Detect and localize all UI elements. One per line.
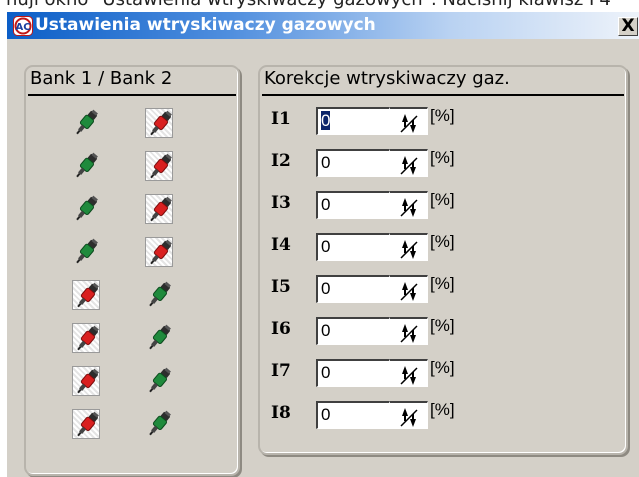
- spin-arrows-icon[interactable]: [390, 107, 428, 135]
- injector-label: I6: [271, 319, 291, 339]
- correction-input[interactable]: 0: [316, 401, 390, 429]
- bank-panel: Bank 1 / Bank 2: [24, 65, 240, 476]
- unit-label: [%]: [430, 148, 455, 167]
- injector-label: I5: [271, 277, 291, 297]
- spin-arrows-icon[interactable]: [390, 275, 428, 303]
- correction-panel-header: Korekcje wtryskiwaczy gaz.: [264, 68, 510, 89]
- injector-icon[interactable]: [72, 280, 100, 310]
- spin-arrows-icon[interactable]: [390, 359, 428, 387]
- injector-icon[interactable]: [145, 366, 173, 396]
- close-button[interactable]: X: [618, 17, 638, 36]
- spin-arrows-icon[interactable]: [390, 233, 428, 261]
- correction-value: 0: [321, 237, 331, 256]
- spin-arrows-icon[interactable]: [390, 191, 428, 219]
- divider: [28, 94, 236, 96]
- unit-label: [%]: [430, 274, 455, 293]
- injector-icon[interactable]: [72, 151, 100, 181]
- unit-label: [%]: [430, 232, 455, 251]
- injector-label: I7: [271, 361, 291, 381]
- spin-arrows-icon[interactable]: [390, 401, 428, 429]
- injector-icon[interactable]: [145, 194, 173, 224]
- correction-input[interactable]: 0: [316, 107, 390, 135]
- unit-label: [%]: [430, 106, 455, 125]
- correction-value: 0: [321, 279, 331, 298]
- unit-label: [%]: [430, 190, 455, 209]
- injector-icon[interactable]: [72, 194, 100, 224]
- correction-input[interactable]: 0: [316, 275, 390, 303]
- injector-icon[interactable]: [145, 108, 173, 138]
- injector-label: I4: [271, 235, 291, 255]
- injector-correction-panel: Korekcje wtryskiwaczy gaz. I1 0 [%] I2 0 [%] I…: [258, 65, 628, 455]
- correction-value: 0: [321, 321, 331, 340]
- unit-label: [%]: [430, 358, 455, 377]
- injector-icon[interactable]: [145, 280, 173, 310]
- spin-arrows-icon[interactable]: [390, 317, 428, 345]
- correction-input[interactable]: 0: [316, 233, 390, 261]
- correction-input[interactable]: 0: [316, 191, 390, 219]
- correction-value: 0: [321, 195, 331, 214]
- settings-dialog: AC Ustawienia wtryskiwaczy gazowych X Ba…: [6, 12, 639, 477]
- svg-text:AC: AC: [15, 22, 30, 33]
- correction-input[interactable]: 0: [316, 359, 390, 387]
- unit-label: [%]: [430, 400, 455, 419]
- injector-icon[interactable]: [72, 108, 100, 138]
- injector-icon[interactable]: [145, 237, 173, 267]
- spin-arrows-icon[interactable]: [390, 149, 428, 177]
- window-title: Ustawienia wtryskiwaczy gazowych: [35, 15, 376, 35]
- injector-label: I3: [271, 193, 291, 213]
- injector-icon[interactable]: [145, 409, 173, 439]
- correction-input[interactable]: 0: [316, 317, 390, 345]
- title-bar[interactable]: AC Ustawienia wtryskiwaczy gazowych X: [7, 12, 639, 39]
- injector-label: I8: [271, 403, 291, 423]
- background-window-text: nuji okno "Ustawienia wtryskiwaczy gazow…: [0, 0, 639, 12]
- app-logo-icon: AC: [13, 16, 33, 36]
- injector-icon[interactable]: [145, 151, 173, 181]
- bank-panel-header: Bank 1 / Bank 2: [30, 68, 173, 89]
- injector-label: I2: [271, 151, 291, 171]
- correction-value: 0: [321, 405, 331, 424]
- injector-icon[interactable]: [72, 237, 100, 267]
- injector-icon[interactable]: [72, 323, 100, 353]
- injector-icon[interactable]: [145, 323, 173, 353]
- correction-value: 0: [321, 153, 331, 172]
- correction-input[interactable]: 0: [316, 149, 390, 177]
- divider: [262, 94, 624, 96]
- injector-icon[interactable]: [72, 409, 100, 439]
- unit-label: [%]: [430, 316, 455, 335]
- correction-value: 0: [321, 111, 331, 130]
- injector-icon[interactable]: [72, 366, 100, 396]
- correction-value: 0: [321, 363, 331, 382]
- injector-label: I1: [271, 109, 291, 129]
